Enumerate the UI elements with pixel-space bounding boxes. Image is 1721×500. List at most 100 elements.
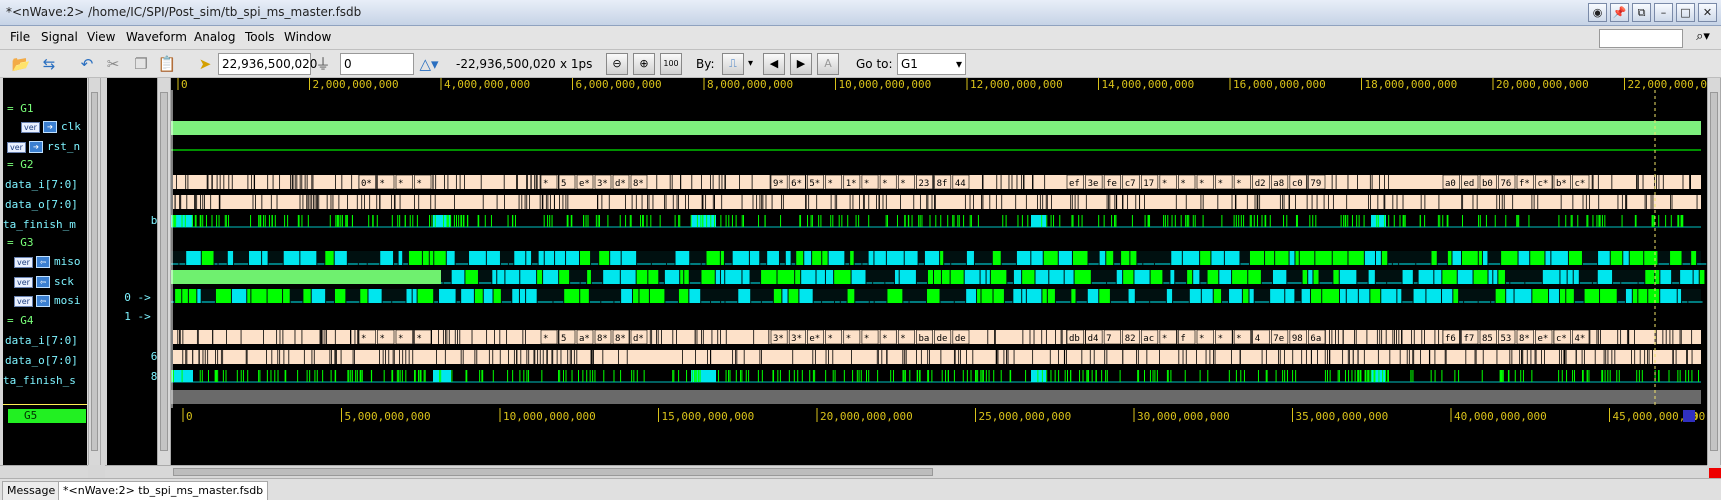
wave-m-data-i-value: *: [864, 179, 869, 189]
waveform-canvas[interactable]: 0 2,000,000,000 4,000,000,000 6,000,000,000…: [171, 78, 1707, 465]
wave-m-data-i-value: 3e: [1088, 179, 1099, 189]
wave-mosi-seg: [1638, 289, 1648, 303]
wave-miso-seg: [1315, 251, 1332, 265]
signal-miso[interactable]: ver ⇦ miso: [14, 255, 80, 273]
menu-file[interactable]: File: [10, 30, 30, 44]
wave-miso-seg: [1106, 251, 1114, 265]
cursor-time-field[interactable]: 22,936,500,020: [218, 53, 317, 75]
wave-m-data-i-value: *: [1236, 179, 1241, 189]
signal-pane-scrollbar[interactable]: [88, 78, 101, 465]
wave-miso-seg: [580, 251, 591, 265]
search-by-icon[interactable]: ⎍: [722, 53, 744, 75]
waveform-scrollbar[interactable]: [1707, 78, 1721, 465]
wave-miso-seg: [526, 251, 532, 265]
wave-sck-seg: [620, 270, 636, 284]
by-dropdown-icon[interactable]: ▾: [748, 53, 753, 75]
group-g5-selected[interactable]: G5: [8, 409, 86, 423]
signal-data-i-s[interactable]: data_i[7:0]: [5, 334, 78, 352]
marker-icon[interactable]: ⏚: [312, 53, 334, 75]
wave-mosi-seg: [1022, 289, 1026, 303]
menu-signal[interactable]: Signal: [41, 30, 78, 44]
menu-window[interactable]: Window: [284, 30, 331, 44]
wave-mosi-seg: [1270, 289, 1285, 303]
menu-analog[interactable]: Analog: [194, 30, 235, 44]
wave-mosi-seg: [1026, 289, 1042, 303]
copy-icon[interactable]: ❐: [130, 53, 152, 75]
wave-m-data-i-value: *: [398, 179, 403, 189]
waveform-hscroll-thumb[interactable]: [173, 468, 933, 476]
signal-sck[interactable]: ver ⇦ sck: [14, 275, 74, 293]
signal-data-o-s[interactable]: data_o[7:0]: [5, 354, 78, 372]
cut-icon[interactable]: ✂: [102, 53, 124, 75]
menu-view[interactable]: View: [87, 30, 115, 44]
window-controls: ◉ 📌 ⧉ – □ ✕: [1588, 3, 1717, 22]
wave-sck-seg: [1560, 270, 1567, 284]
wave-miso-seg: [850, 251, 854, 265]
wave-miso-seg: [1289, 251, 1295, 265]
group-g1[interactable]: = G1: [7, 102, 34, 120]
wave-mosi-seg: [1442, 289, 1453, 303]
annotate-icon[interactable]: A: [817, 53, 839, 75]
wave-miso-seg: [1610, 251, 1623, 265]
wave-miso-seg: [1364, 251, 1375, 265]
paste-icon[interactable]: 📋: [156, 53, 178, 75]
wave-mosi-seg: [927, 289, 940, 303]
wave-miso-seg: [486, 251, 500, 265]
search-input[interactable]: [1599, 29, 1683, 48]
zoom-in-icon[interactable]: ⊕: [633, 53, 655, 75]
search-prev-icon[interactable]: ◀: [763, 53, 785, 75]
minimize-button[interactable]: –: [1654, 3, 1673, 22]
ruler-top-label: 10,000,000,000: [839, 78, 932, 91]
pin-icon[interactable]: 📌: [1610, 3, 1629, 22]
delta-triangle-icon[interactable]: △▾: [418, 53, 440, 75]
group-g2[interactable]: = G2: [7, 158, 34, 176]
menu-waveform[interactable]: Waveform: [126, 30, 187, 44]
wave-miso-seg: [300, 251, 317, 265]
reload-icon[interactable]: ⇆: [38, 53, 60, 75]
value-hscrollbar[interactable]: [105, 465, 171, 478]
ruler-top-label: 6,000,000,000: [576, 78, 662, 91]
wave-s-data-i-value: *: [417, 334, 422, 344]
search-icon[interactable]: ⌕▾: [1689, 29, 1717, 48]
value-pane-scrollbar[interactable]: [157, 78, 171, 465]
zoom-out-icon[interactable]: ⊖: [606, 53, 628, 75]
signal-data-finish-s[interactable]: ta_finish_s: [3, 374, 76, 392]
signal-mosi[interactable]: ver ⇦ mosi: [14, 294, 80, 312]
options-icon[interactable]: ◉: [1588, 3, 1607, 22]
wave-mosi-seg: [1397, 289, 1402, 303]
menu-tools[interactable]: Tools: [245, 30, 275, 44]
wave-miso-seg: [886, 251, 904, 265]
signal-clk[interactable]: ver ➔ clk: [21, 120, 81, 138]
wave-s-data-i-value: c*: [1556, 334, 1567, 344]
wave-mosi-seg: [1322, 289, 1339, 303]
wave-miso-seg: [1099, 251, 1106, 265]
wave-sck-idle-top: [171, 270, 441, 284]
wave-mosi-seg: [981, 289, 993, 303]
group-g4[interactable]: = G4: [7, 314, 34, 332]
undo-icon[interactable]: ↶: [76, 53, 98, 75]
tab-message[interactable]: Message: [2, 481, 61, 500]
signal-data-o-m[interactable]: data_o[7:0]: [5, 198, 78, 216]
goto-select[interactable]: G1 ▾: [897, 53, 966, 75]
wave-sck-seg: [1013, 270, 1022, 284]
cursor-icon[interactable]: ➤: [194, 53, 216, 75]
open-folder-icon[interactable]: 📂: [10, 53, 32, 75]
wave-mosi-seg: [887, 289, 903, 303]
wave-sck-seg: [1193, 270, 1200, 284]
wave-miso-seg: [283, 251, 300, 265]
undock-icon[interactable]: ⧉: [1632, 3, 1651, 22]
zoom-100-button[interactable]: 100: [660, 53, 682, 75]
wave-sck-seg: [1272, 270, 1287, 284]
signal-data-finish-m[interactable]: ta_finish_m: [3, 218, 76, 236]
waveform-hscrollbar[interactable]: [171, 465, 1707, 478]
tab-nwave[interactable]: *<nWave:2> tb_spi_ms_master.fsdb: [58, 481, 269, 500]
marker-time-field[interactable]: 0: [340, 53, 414, 75]
signal-data-i-m[interactable]: data_i[7:0]: [5, 178, 78, 196]
wave-s-data-i-value: 7e: [1273, 334, 1284, 344]
close-button[interactable]: ✕: [1698, 3, 1717, 22]
group-g3[interactable]: = G3: [7, 236, 34, 254]
search-next-icon[interactable]: ▶: [790, 53, 812, 75]
maximize-button[interactable]: □: [1676, 3, 1695, 22]
signal-rst-n[interactable]: ver ➔ rst_n: [7, 140, 80, 158]
signal-hscrollbar[interactable]: [0, 465, 88, 478]
